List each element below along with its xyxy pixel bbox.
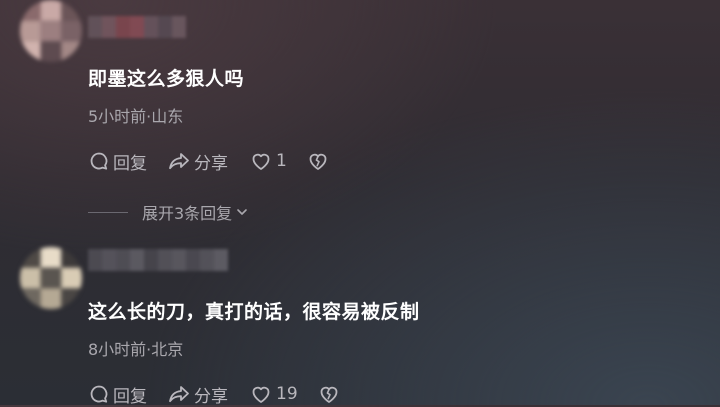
mosaic-block xyxy=(158,249,172,271)
mosaic-block xyxy=(144,249,158,271)
mosaic-block xyxy=(186,249,200,271)
mosaic-block xyxy=(88,16,102,38)
dislike-button[interactable] xyxy=(318,384,340,404)
comment-actions: 回复 分享 19 xyxy=(88,381,340,407)
comment-meta: 8小时前·北京 xyxy=(88,340,184,359)
username-blurred[interactable] xyxy=(88,249,228,271)
broken-heart-icon xyxy=(320,386,338,403)
mosaic-block xyxy=(116,249,130,271)
dislike-button[interactable] xyxy=(307,151,329,171)
comment-meta: 5小时前·山东 xyxy=(88,107,184,126)
comment-text: 这么长的刀，真打的话，很容易被反制 xyxy=(88,301,420,323)
heart-icon xyxy=(252,153,270,170)
mosaic-block xyxy=(200,249,214,271)
like-count: 1 xyxy=(276,151,287,171)
share-arrow-icon xyxy=(169,153,189,170)
mosaic-block xyxy=(102,249,116,271)
username-blurred[interactable] xyxy=(88,16,186,38)
like-button[interactable]: 1 xyxy=(250,151,287,171)
divider-line xyxy=(88,211,128,213)
reply-button[interactable]: 回复 xyxy=(88,149,147,174)
chevron-down-icon xyxy=(237,209,247,215)
avatar-mosaic xyxy=(20,247,82,309)
mosaic-block xyxy=(102,16,116,38)
mosaic-block xyxy=(130,249,144,271)
share-arrow-icon xyxy=(169,386,189,403)
reply-bubble-icon xyxy=(90,385,108,403)
mosaic-block xyxy=(158,16,172,38)
avatar[interactable] xyxy=(20,0,82,62)
share-button[interactable]: 分享 xyxy=(167,149,228,174)
mosaic-block xyxy=(88,249,102,271)
broken-heart-icon xyxy=(309,153,327,170)
reply-label: 回复 xyxy=(113,386,147,407)
comment-actions: 回复 分享 1 xyxy=(88,148,329,174)
reply-button[interactable]: 回复 xyxy=(88,382,147,407)
like-count: 19 xyxy=(276,384,298,404)
mosaic-block xyxy=(214,249,228,271)
avatar[interactable] xyxy=(20,247,82,309)
expand-replies-label: 展开3条回复 xyxy=(142,204,233,223)
comment-text: 即墨这么多狠人吗 xyxy=(88,68,245,90)
reply-bubble-icon xyxy=(90,152,108,170)
avatar-mosaic xyxy=(20,0,82,62)
share-label: 分享 xyxy=(194,153,228,174)
share-button[interactable]: 分享 xyxy=(167,382,228,407)
mosaic-block xyxy=(130,16,144,38)
reply-label: 回复 xyxy=(113,153,147,174)
mosaic-block xyxy=(116,16,130,38)
share-label: 分享 xyxy=(194,386,228,407)
like-button[interactable]: 19 xyxy=(250,384,298,404)
heart-icon xyxy=(252,386,270,403)
mosaic-block xyxy=(144,16,158,38)
mosaic-block xyxy=(172,16,186,38)
expand-replies-button[interactable]: 展开3条回复 xyxy=(88,200,249,224)
mosaic-block xyxy=(172,249,186,271)
